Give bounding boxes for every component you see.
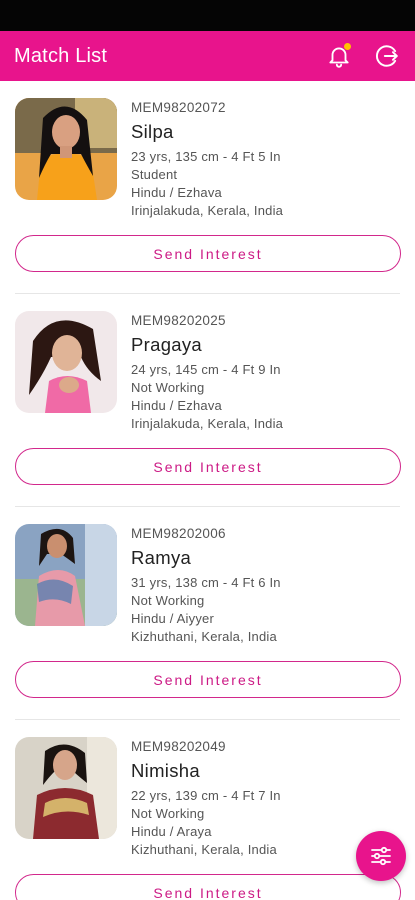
religion-caste: Hindu / Ezhava: [131, 398, 222, 413]
notification-button[interactable]: [325, 42, 353, 70]
location: Irinjalakuda, Kerala, India: [131, 203, 284, 218]
age-height: 24 yrs, 145 cm - 4 Ft 9 In: [131, 362, 281, 377]
match-card[interactable]: MEM98202049 Nimisha 22 yrs, 139 cm - 4 F…: [0, 720, 415, 900]
age-height: 31 yrs, 138 cm - 4 Ft 6 In: [131, 575, 281, 590]
occupation: Not Working: [131, 380, 205, 395]
send-interest-button[interactable]: Send Interest: [15, 661, 401, 698]
occupation: Not Working: [131, 593, 205, 608]
religion-caste: Hindu / Araya: [131, 824, 212, 839]
match-card[interactable]: MEM98202006 Ramya 31 yrs, 138 cm - 4 Ft …: [0, 507, 415, 720]
page-title: Match List: [14, 44, 108, 67]
member-id: MEM98202006: [131, 526, 226, 541]
age-height: 22 yrs, 139 cm - 4 Ft 7 In: [131, 788, 281, 803]
member-name[interactable]: Pragaya: [131, 334, 400, 356]
filter-button[interactable]: [356, 831, 406, 881]
occupation: Not Working: [131, 806, 205, 821]
member-name[interactable]: Ramya: [131, 547, 400, 569]
profile-photo[interactable]: [15, 737, 117, 839]
logout-button[interactable]: [373, 42, 401, 70]
religion-caste: Hindu / Ezhava: [131, 185, 222, 200]
religion-caste: Hindu / Aiyyer: [131, 611, 215, 626]
send-interest-button[interactable]: Send Interest: [15, 448, 401, 485]
send-interest-button[interactable]: Send Interest: [15, 235, 401, 272]
match-card[interactable]: MEM98202025 Pragaya 24 yrs, 145 cm - 4 F…: [0, 294, 415, 507]
notification-badge: [344, 43, 351, 50]
match-card[interactable]: MEM98202072 Silpa 23 yrs, 135 cm - 4 Ft …: [0, 81, 415, 294]
location: Irinjalakuda, Kerala, India: [131, 416, 284, 431]
member-id: MEM98202025: [131, 313, 226, 328]
member-name[interactable]: Silpa: [131, 121, 400, 143]
profile-photo[interactable]: [15, 311, 117, 413]
app-bar: Match List: [0, 31, 415, 81]
member-name[interactable]: Nimisha: [131, 760, 400, 782]
location: Kizhuthani, Kerala, India: [131, 629, 277, 644]
send-interest-button[interactable]: Send Interest: [15, 874, 401, 900]
member-id: MEM98202072: [131, 100, 226, 115]
match-list[interactable]: MEM98202072 Silpa 23 yrs, 135 cm - 4 Ft …: [0, 81, 415, 900]
logout-icon: [375, 45, 398, 67]
member-id: MEM98202049: [131, 739, 226, 754]
occupation: Student: [131, 167, 178, 182]
filter-sliders-icon: [371, 846, 391, 866]
status-bar: [0, 0, 415, 31]
age-height: 23 yrs, 135 cm - 4 Ft 5 In: [131, 149, 281, 164]
profile-photo[interactable]: [15, 98, 117, 200]
profile-photo[interactable]: [15, 524, 117, 626]
